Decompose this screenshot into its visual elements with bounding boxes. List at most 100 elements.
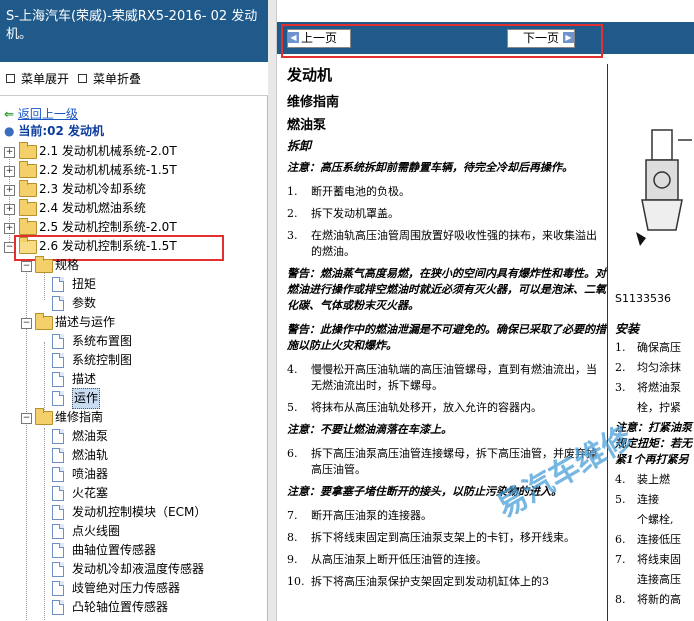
leaf-label: 扭矩 bbox=[72, 277, 97, 291]
leaf-label: 曲轴位置传感器 bbox=[72, 543, 157, 557]
figure-id: S1133536 bbox=[615, 292, 671, 305]
step-number: 7. bbox=[615, 553, 626, 566]
doc-section-title: 拆卸 bbox=[287, 139, 312, 153]
collapse-menu-button[interactable]: 菜单折叠 bbox=[78, 70, 141, 87]
document-icon bbox=[52, 353, 64, 368]
document-icon bbox=[52, 581, 64, 596]
document-icon bbox=[52, 296, 64, 311]
leaf-label: 描述 bbox=[72, 372, 97, 386]
document-icon bbox=[52, 448, 64, 463]
collapse-icon[interactable]: − bbox=[21, 413, 32, 424]
document-icon bbox=[52, 277, 64, 292]
tree-section[interactable]: + 2.1 发动机机械系统-2.0T bbox=[4, 142, 264, 161]
collapse-icon[interactable]: − bbox=[21, 261, 32, 272]
column-divider bbox=[607, 64, 608, 621]
install-step: 1. 确保高压 bbox=[615, 340, 694, 356]
document-icon bbox=[52, 467, 64, 482]
install-step: 7. 将线束固 bbox=[615, 552, 694, 568]
document-icon bbox=[52, 543, 64, 558]
open-folder-icon bbox=[35, 313, 53, 330]
step-text: 断开蓄电池的负极。 bbox=[311, 185, 410, 198]
back-label: 返回上一级 bbox=[17, 107, 78, 121]
leaf-label: 点火线圈 bbox=[72, 524, 121, 538]
menu-bar: 菜单展开 菜单折叠 bbox=[0, 62, 268, 96]
procedure-step: 8. 拆下将线束固定到高压油泵支架上的卡钉，移开线束。 bbox=[287, 530, 607, 546]
procedure-step: 4. 慢慢松开高压油轨端的高压油管螺母，直到有燃油流出，当无燃油流出时，拆下螺母。 bbox=[287, 362, 607, 394]
procedure-step: 7. 断开高压油泵的连接器。 bbox=[287, 508, 607, 524]
step-text: 将燃油泵 bbox=[637, 381, 681, 394]
chapter-tree: ⇐ 返回上一级 ● 当前:02 发动机 + 2.1 发动机机械系统-2.0T +… bbox=[0, 98, 268, 621]
step-text: 连接低压 bbox=[637, 533, 681, 546]
leaf-label: 参数 bbox=[72, 296, 97, 310]
leaf-label: 火花塞 bbox=[72, 486, 109, 500]
viewer-top-strip bbox=[277, 0, 694, 22]
open-folder-icon bbox=[35, 408, 53, 425]
expand-icon[interactable]: + bbox=[4, 204, 15, 215]
expand-icon[interactable]: + bbox=[4, 223, 15, 234]
leaf-label: 系统布置图 bbox=[72, 334, 133, 348]
panel-splitter[interactable] bbox=[268, 0, 277, 621]
expand-icon[interactable]: + bbox=[4, 147, 15, 158]
install-step: 4. 装上燃 bbox=[615, 472, 694, 488]
doc-component-title: 燃油泵 bbox=[287, 118, 327, 133]
procedure-step: 3. 在燃油轨高压油管周围放置好吸收性强的抹布，来收集溢出的燃油。 bbox=[287, 228, 607, 260]
section-label: 2.3 发动机冷却系统 bbox=[39, 182, 146, 196]
step-text: 栓，拧紧 bbox=[637, 401, 681, 414]
nav-highlight-box bbox=[281, 24, 603, 58]
leaf-label: 发动机控制模块（ECM） bbox=[72, 505, 207, 519]
step-number: 5. bbox=[287, 401, 298, 414]
folder-icon bbox=[19, 161, 37, 178]
step-text: 将抹布从高压油轨处移开，放入允许的容器内。 bbox=[311, 401, 542, 414]
leaf-label: 燃油泵 bbox=[72, 429, 109, 443]
step-number: 3. bbox=[615, 381, 626, 394]
step-text: 连接高压 bbox=[637, 573, 681, 586]
step-text: 个螺栓, bbox=[637, 513, 674, 526]
leaf-label: 系统控制图 bbox=[72, 353, 133, 367]
procedure-step: 2. 拆下发动机罩盖。 bbox=[287, 206, 607, 222]
step-text: 确保高压 bbox=[637, 341, 681, 354]
document-icon bbox=[52, 372, 64, 387]
step-number: 6. bbox=[615, 533, 626, 546]
folder-icon bbox=[19, 199, 37, 216]
collapse-icon[interactable]: − bbox=[21, 318, 32, 329]
step-number: 8. bbox=[615, 593, 626, 606]
tree-section[interactable]: + 2.3 发动机冷却系统 bbox=[4, 180, 264, 199]
expand-menu-label: 菜单展开 bbox=[21, 72, 70, 86]
expand-icon[interactable]: + bbox=[4, 166, 15, 177]
caution-note: 注意：不要让燃油滴落在车漆上。 bbox=[287, 423, 452, 436]
step-text: 从高压油泵上断开低压油管的连接。 bbox=[311, 553, 487, 566]
step-number: 8. bbox=[287, 531, 298, 544]
step-number: 2. bbox=[287, 207, 298, 220]
install-step: 8. 将新的高 bbox=[615, 592, 694, 608]
step-number: 9. bbox=[287, 553, 298, 566]
step-number: 4. bbox=[287, 363, 298, 376]
fuel-pump-illustration bbox=[636, 129, 692, 246]
manual-title: S-上海汽车(荣威)-荣威RX5-2016- 02 发动机。 bbox=[0, 0, 268, 62]
back-arrow-icon: ⇐ bbox=[4, 107, 15, 121]
document-icon bbox=[52, 524, 64, 539]
open-folder-icon bbox=[35, 256, 53, 273]
expand-icon[interactable]: + bbox=[4, 185, 15, 196]
warning-note: 警告：此操作中的燃油泄漏是不可避免的。确保已采取了必要的措施以防止火灾和爆炸。 bbox=[287, 323, 606, 352]
warning-note: 警告：燃油蒸气高度易燃，在狭小的空间内具有爆炸性和毒性。对燃油进行操作或排空燃油… bbox=[287, 267, 606, 312]
install-heading: 安装 bbox=[615, 322, 640, 336]
folder-label: 维修指南 bbox=[55, 410, 104, 424]
section-label: 2.1 发动机机械系统-2.0T bbox=[39, 144, 177, 158]
step-number: 1. bbox=[287, 185, 298, 198]
expand-menu-button[interactable]: 菜单展开 bbox=[6, 70, 69, 87]
tree-section[interactable]: + 2.4 发动机燃油系统 bbox=[4, 199, 264, 218]
document-icon bbox=[52, 334, 64, 349]
tree-section[interactable]: + 2.2 发动机机械系统-1.5T bbox=[4, 161, 264, 180]
step-text: 慢慢松开高压油轨端的高压油管螺母，直到有燃油流出，当无燃油流出时，拆下螺母。 bbox=[311, 363, 597, 392]
step-text: 均匀涂抹 bbox=[637, 361, 681, 374]
install-step: 个螺栓, bbox=[615, 512, 694, 528]
procedure-step: 10. 拆下将高压油泵保护支架固定到发动机缸体上的3 bbox=[287, 574, 607, 590]
leaf-label: 凸轮轴位置传感器 bbox=[72, 600, 169, 614]
install-step: 6. 连接低压 bbox=[615, 532, 694, 548]
document-icon bbox=[52, 429, 64, 444]
leaf-label: 燃油轨 bbox=[72, 448, 109, 462]
collapse-menu-label: 菜单折叠 bbox=[93, 72, 142, 86]
step-text: 在燃油轨高压油管周围放置好吸收性强的抹布，来收集溢出的燃油。 bbox=[311, 229, 597, 258]
current-node: ● 当前:02 发动机 bbox=[4, 122, 104, 141]
square-icon bbox=[78, 74, 87, 83]
